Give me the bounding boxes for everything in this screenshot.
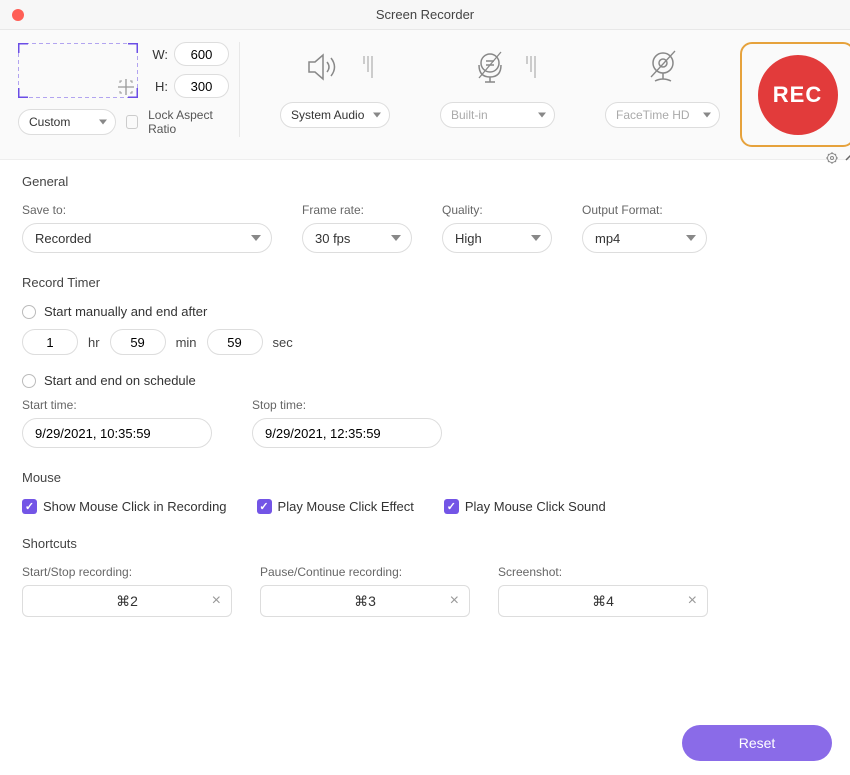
timer-schedule-label: Start and end on schedule [44,373,196,388]
shortcut-screenshot-clear[interactable]: × [688,593,697,609]
start-time-input[interactable] [22,418,212,448]
framerate-label: Frame rate: [302,203,412,217]
height-input[interactable] [174,74,229,98]
hr-unit: hr [88,335,100,350]
mic-source-select[interactable]: Built-in [440,102,555,128]
section-shortcuts: Shortcuts [22,536,828,551]
chevron-up-icon[interactable] [845,153,850,163]
webcam-icon[interactable] [633,47,693,87]
window-title: Screen Recorder [0,7,850,22]
timer-manual-label: Start manually and end after [44,304,207,319]
min-unit: min [176,335,197,350]
shortcut-pause-label: Pause/Continue recording: [260,565,470,579]
click-effect-checkbox[interactable] [257,499,272,514]
lock-aspect-checkbox[interactable] [126,115,138,129]
sec-unit: sec [273,335,293,350]
stop-time-label: Stop time: [252,398,442,412]
timer-min-input[interactable] [110,329,166,355]
shortcut-record-value: ⌘2 [116,593,138,610]
shortcut-screenshot-value: ⌘4 [592,593,614,610]
quality-select[interactable]: High [442,223,552,253]
mic-level-icon [526,56,536,78]
shortcut-pause-clear[interactable]: × [450,593,459,609]
width-label: W: [150,47,168,62]
shortcut-screenshot-label: Screenshot: [498,565,708,579]
timer-sec-input[interactable] [207,329,263,355]
click-effect-label: Play Mouse Click Effect [278,499,414,514]
section-timer: Record Timer [22,275,828,290]
save-to-label: Save to: [22,203,272,217]
click-sound-checkbox[interactable] [444,499,459,514]
lock-aspect-label: Lock Aspect Ratio [148,108,229,137]
webcam-select[interactable]: FaceTime HD [605,102,720,128]
format-label: Output Format: [582,203,707,217]
shortcut-record-label: Start/Stop recording: [22,565,232,579]
timer-manual-radio[interactable] [22,305,36,319]
microphone-icon[interactable] [460,47,520,87]
section-mouse: Mouse [22,470,828,485]
timer-schedule-radio[interactable] [22,374,36,388]
save-to-select[interactable]: Recorded [22,223,272,253]
click-sound-label: Play Mouse Click Sound [465,499,606,514]
speaker-icon[interactable] [297,47,357,87]
format-select[interactable]: mp4 [582,223,707,253]
settings-gear-icon[interactable] [825,151,841,165]
height-label: H: [150,79,168,94]
shortcut-record-input[interactable]: ⌘2 × [22,585,232,617]
show-click-label: Show Mouse Click in Recording [43,499,227,514]
show-click-checkbox[interactable] [22,499,37,514]
timer-hr-input[interactable] [22,329,78,355]
capture-frame-preview[interactable] [18,43,138,98]
record-button[interactable]: REC [758,55,838,135]
quality-label: Quality: [442,203,552,217]
shortcut-record-clear[interactable]: × [212,593,221,609]
start-time-label: Start time: [22,398,212,412]
section-general: General [22,174,828,189]
audio-source-select[interactable]: System Audio [280,102,390,128]
width-input[interactable] [174,42,229,66]
shortcut-pause-value: ⌘3 [354,593,376,610]
reset-button[interactable]: Reset [682,725,832,761]
shortcut-screenshot-input[interactable]: ⌘4 × [498,585,708,617]
audio-level-icon [363,56,373,78]
stop-time-input[interactable] [252,418,442,448]
framerate-select[interactable]: 30 fps [302,223,412,253]
capture-mode-select[interactable]: Custom [18,109,116,135]
shortcut-pause-input[interactable]: ⌘3 × [260,585,470,617]
